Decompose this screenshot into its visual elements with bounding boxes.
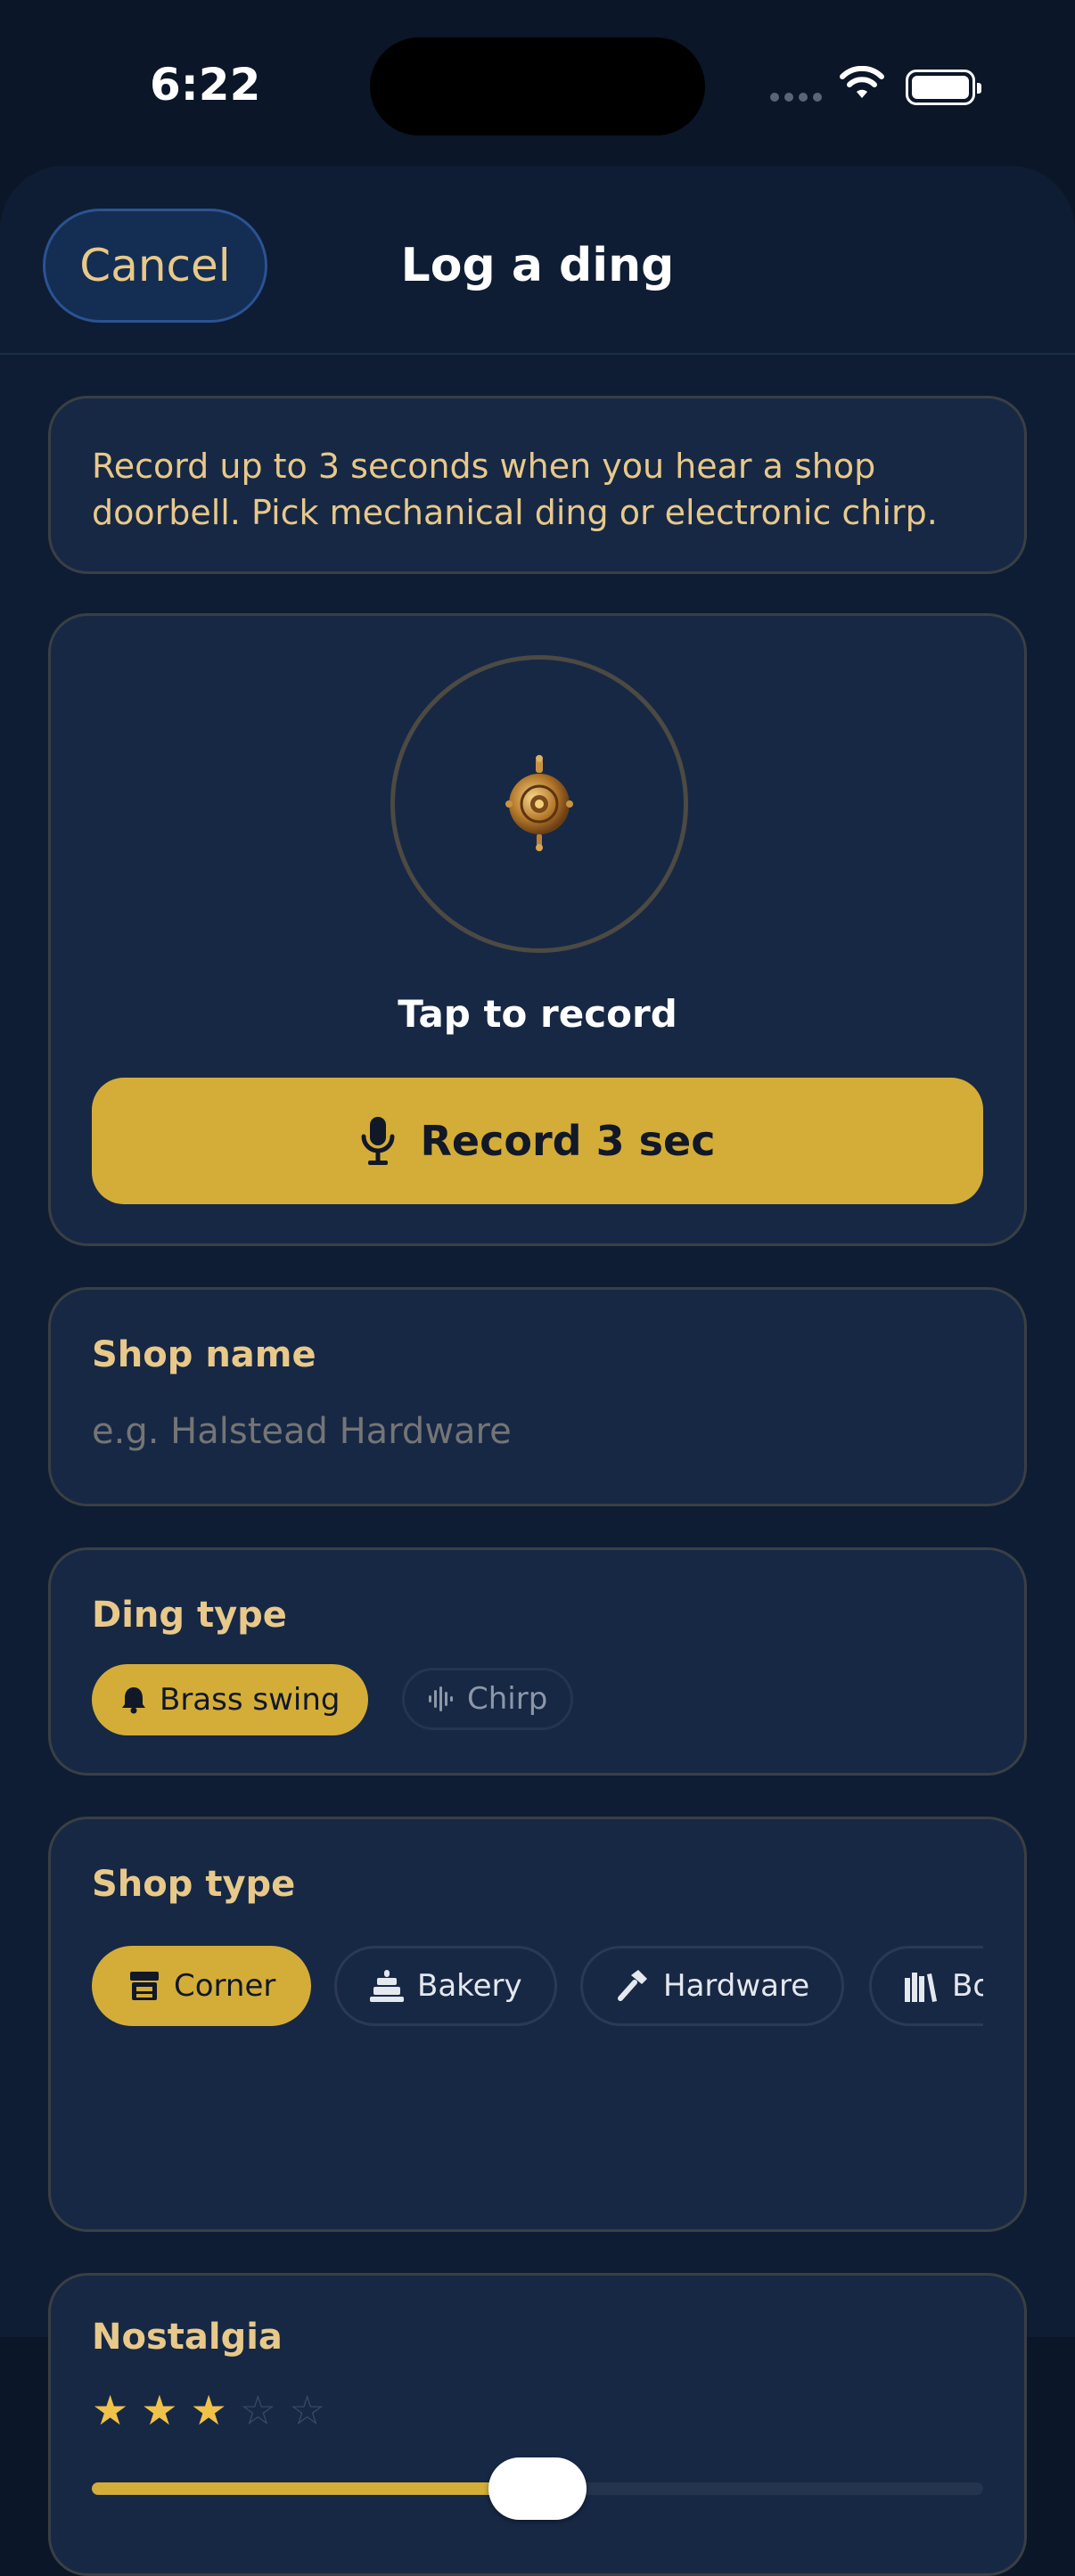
shop-type-chip-books[interactable]: Bo [869,1946,983,2026]
shop-type-chip-hardware[interactable]: Hardware [580,1946,845,2026]
bell-icon [122,1687,145,1714]
star-empty-icon[interactable]: ☆ [289,2390,325,2431]
record-status-label: Tap to record [398,992,677,1036]
shop-type-label: Shop type [92,1864,296,1905]
storefront-icon [130,1972,159,2000]
star-filled-icon[interactable]: ★ [141,2390,177,2431]
dynamic-island [370,37,705,135]
doorbell-icon [505,755,573,851]
hammer-icon [618,1970,647,2001]
ding-type-chip-brass-swing[interactable]: Brass swing [92,1664,369,1735]
record-button[interactable]: Record 3 sec [92,1078,983,1204]
cellular-signal-icon [770,93,822,102]
wifi-icon [840,66,884,98]
info-text: Record up to 3 seconds when you hear a s… [92,447,938,532]
shop-name-label: Shop name [92,1334,316,1375]
waveform-icon [429,1686,453,1711]
books-icon [905,1973,937,2002]
nostalgia-star-rating[interactable]: ★ ★ ★ ☆ ☆ [92,2390,325,2431]
ding-type-label: Ding type [92,1595,287,1636]
record-button-label: Record 3 sec [420,1117,716,1165]
chip-label: Bakery [417,1968,522,2004]
battery-icon [906,70,981,105]
ding-type-card: Ding type Brass swing Chirp [48,1547,1027,1776]
nostalgia-label: Nostalgia [92,2317,283,2358]
shop-type-card: Shop type Corner Bakery Hardware Bo [48,1817,1027,2232]
sheet-title: Log a ding [400,239,675,292]
chip-label: Bo [952,1968,983,2004]
ding-type-chip-chirp[interactable]: Chirp [402,1668,574,1730]
microphone-icon [361,1117,394,1165]
chip-label: Corner [174,1968,276,2004]
chip-label: Hardware [663,1968,810,2004]
cake-icon [370,1970,404,2002]
star-filled-icon[interactable]: ★ [92,2390,128,2431]
info-card: Record up to 3 seconds when you hear a s… [48,396,1027,574]
chip-label: Brass swing [160,1682,341,1718]
record-ring[interactable] [390,655,688,953]
log-ding-sheet: Cancel Log a ding Record up to 3 seconds… [0,166,1075,2576]
nostalgia-slider[interactable] [92,2457,983,2520]
shop-name-input[interactable] [92,1411,983,1452]
nostalgia-card: Nostalgia ★ ★ ★ ☆ ☆ [48,2273,1027,2576]
shop-type-chip-bakery[interactable]: Bakery [334,1946,557,2026]
slider-thumb[interactable] [488,2457,587,2520]
star-empty-icon[interactable]: ☆ [240,2390,276,2431]
shop-name-card: Shop name [48,1287,1027,1506]
shop-type-chip-row[interactable]: Corner Bakery Hardware Bo [92,1940,983,2026]
sheet-header: Cancel Log a ding [0,166,1075,355]
shop-type-chip-corner[interactable]: Corner [92,1946,312,2026]
chip-label: Chirp [467,1681,548,1717]
star-filled-icon[interactable]: ★ [191,2390,227,2431]
status-bar: 6:22 [0,0,1075,169]
record-card: Tap to record Record 3 sec [48,613,1027,1246]
status-time: 6:22 [150,59,261,111]
slider-fill [92,2482,538,2495]
